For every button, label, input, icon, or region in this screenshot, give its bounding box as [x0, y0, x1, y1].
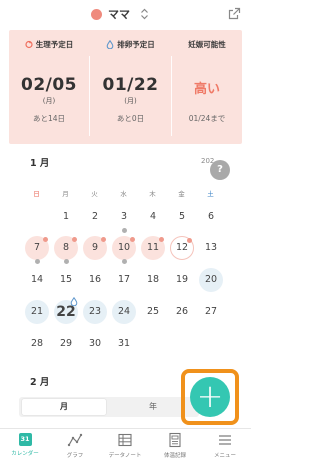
day-cell[interactable]: 18 — [141, 268, 165, 292]
weekday-sun: 日 — [33, 190, 40, 198]
day-cell[interactable]: 2 — [83, 205, 107, 229]
calendar-icon: 31 — [18, 433, 32, 446]
day-cell[interactable]: 14 — [25, 268, 49, 292]
period-weekday: (月) — [42, 97, 56, 105]
day-cell[interactable]: 5 — [170, 205, 194, 229]
share-icon[interactable] — [228, 7, 241, 20]
nav-data-note[interactable]: データノート — [100, 432, 150, 459]
period-title: 生理予定日 — [35, 40, 74, 49]
bottom-nav: 31 カレンダー グラフ データノート 体温記録 メニュー — [0, 428, 251, 470]
period-drop-icon — [25, 40, 33, 49]
record-marker — [64, 259, 69, 264]
month-title-february: 2 月 — [30, 377, 50, 388]
day-cell[interactable]: 13 — [199, 236, 223, 260]
day-cell[interactable]: 25 — [141, 300, 165, 324]
record-marker — [122, 228, 127, 233]
day-cell-fertile[interactable]: 20 — [199, 268, 223, 292]
view-month-button[interactable]: 月 — [22, 399, 106, 415]
ovulation-prediction[interactable]: 排卵予定日 01/22 (月) あと0日 — [90, 30, 171, 144]
day-cell[interactable]: 15 — [54, 268, 78, 292]
day-cell[interactable]: 16 — [83, 268, 107, 292]
weekday-thu: 木 — [149, 190, 156, 198]
add-record-button[interactable]: + — [190, 377, 230, 417]
top-bar: ママ — [0, 0, 251, 30]
ovulation-weekday: (月) — [124, 97, 137, 105]
weekday-tue: 火 — [91, 190, 98, 198]
nav-menu[interactable]: メニュー — [200, 432, 250, 459]
day-cell[interactable]: 19 — [170, 268, 194, 292]
day-cell[interactable]: 1 — [54, 205, 78, 229]
period-prediction[interactable]: 生理予定日 02/05 (月) あと14日 — [9, 30, 89, 144]
ovulation-day-icon — [70, 297, 78, 306]
day-cell-period-end[interactable]: 12 — [170, 236, 194, 260]
profile-switcher[interactable]: ママ — [91, 6, 149, 22]
nav-temperature[interactable]: 体温記録 — [150, 432, 200, 459]
nav-calendar[interactable]: 31 カレンダー — [0, 432, 50, 457]
day-cell-period[interactable]: 11 — [141, 236, 165, 260]
nav-graph[interactable]: グラフ — [50, 432, 100, 459]
day-cell[interactable]: 4 — [141, 205, 165, 229]
day-cell[interactable]: 26 — [170, 300, 194, 324]
day-cell-fertile[interactable]: 24 — [112, 300, 136, 324]
month-title-january: 1 月 — [30, 158, 50, 169]
day-cell[interactable]: 27 — [199, 300, 223, 324]
nav-graph-label: グラフ — [66, 453, 84, 459]
help-button[interactable]: ? — [210, 160, 230, 180]
record-marker — [122, 259, 127, 264]
day-cell-period[interactable]: 8 — [54, 236, 78, 260]
graph-icon — [67, 433, 83, 447]
day-cell[interactable]: 29 — [54, 332, 78, 356]
day-cell-period[interactable]: 7 — [25, 236, 49, 260]
profile-name: ママ — [108, 8, 130, 21]
day-cell-fertile[interactable]: 21 — [25, 300, 49, 324]
period-date: 02/05 — [20, 75, 78, 95]
day-cell[interactable]: 31 — [112, 332, 136, 356]
nav-data-note-label: データノート — [108, 453, 142, 459]
day-cell[interactable]: 3 — [112, 205, 136, 229]
day-cell[interactable]: 28 — [25, 332, 49, 356]
day-cell-period[interactable]: 10 — [112, 236, 136, 260]
nav-menu-label: メニュー — [213, 453, 236, 459]
chevron-updown-icon — [141, 8, 148, 20]
record-marker — [35, 259, 40, 264]
view-toggle: 月 年 — [19, 397, 199, 417]
weekday-sat: 土 — [207, 190, 214, 198]
fertility-title: 妊娠可能性 — [188, 40, 226, 49]
nav-temperature-label: 体温記録 — [163, 453, 186, 459]
fertility-until: 01/24まで — [188, 114, 226, 123]
ovulation-drop-icon — [106, 40, 114, 49]
period-countdown: あと14日 — [32, 114, 66, 123]
ovulation-countdown: あと0日 — [116, 114, 145, 123]
weekday-wed: 水 — [120, 190, 127, 198]
table-icon — [118, 433, 132, 447]
weekday-header: 日 月 火 水 木 金 土 — [22, 188, 242, 200]
weekday-fri: 金 — [178, 190, 185, 198]
nav-calendar-label: カレンダー — [11, 451, 39, 457]
ovulation-title: 排卵予定日 — [117, 40, 155, 49]
weekday-mon: 月 — [62, 190, 69, 198]
day-cell[interactable]: 17 — [112, 268, 136, 292]
day-cell[interactable]: 6 — [199, 205, 223, 229]
fertility-prediction[interactable]: 妊娠可能性 高い 01/24まで — [172, 30, 242, 144]
day-cell-period[interactable]: 9 — [83, 236, 107, 260]
notebook-icon — [169, 432, 181, 448]
day-cell-fertile[interactable]: 23 — [83, 300, 107, 324]
menu-icon — [219, 435, 231, 445]
day-cell[interactable]: 30 — [83, 332, 107, 356]
profile-color-dot — [91, 8, 102, 20]
fertility-level: 高い — [193, 82, 220, 97]
ovulation-date: 01/22 — [102, 75, 159, 95]
prediction-panel: 生理予定日 02/05 (月) あと14日 排卵予定日 01/22 (月) あと… — [9, 30, 242, 144]
